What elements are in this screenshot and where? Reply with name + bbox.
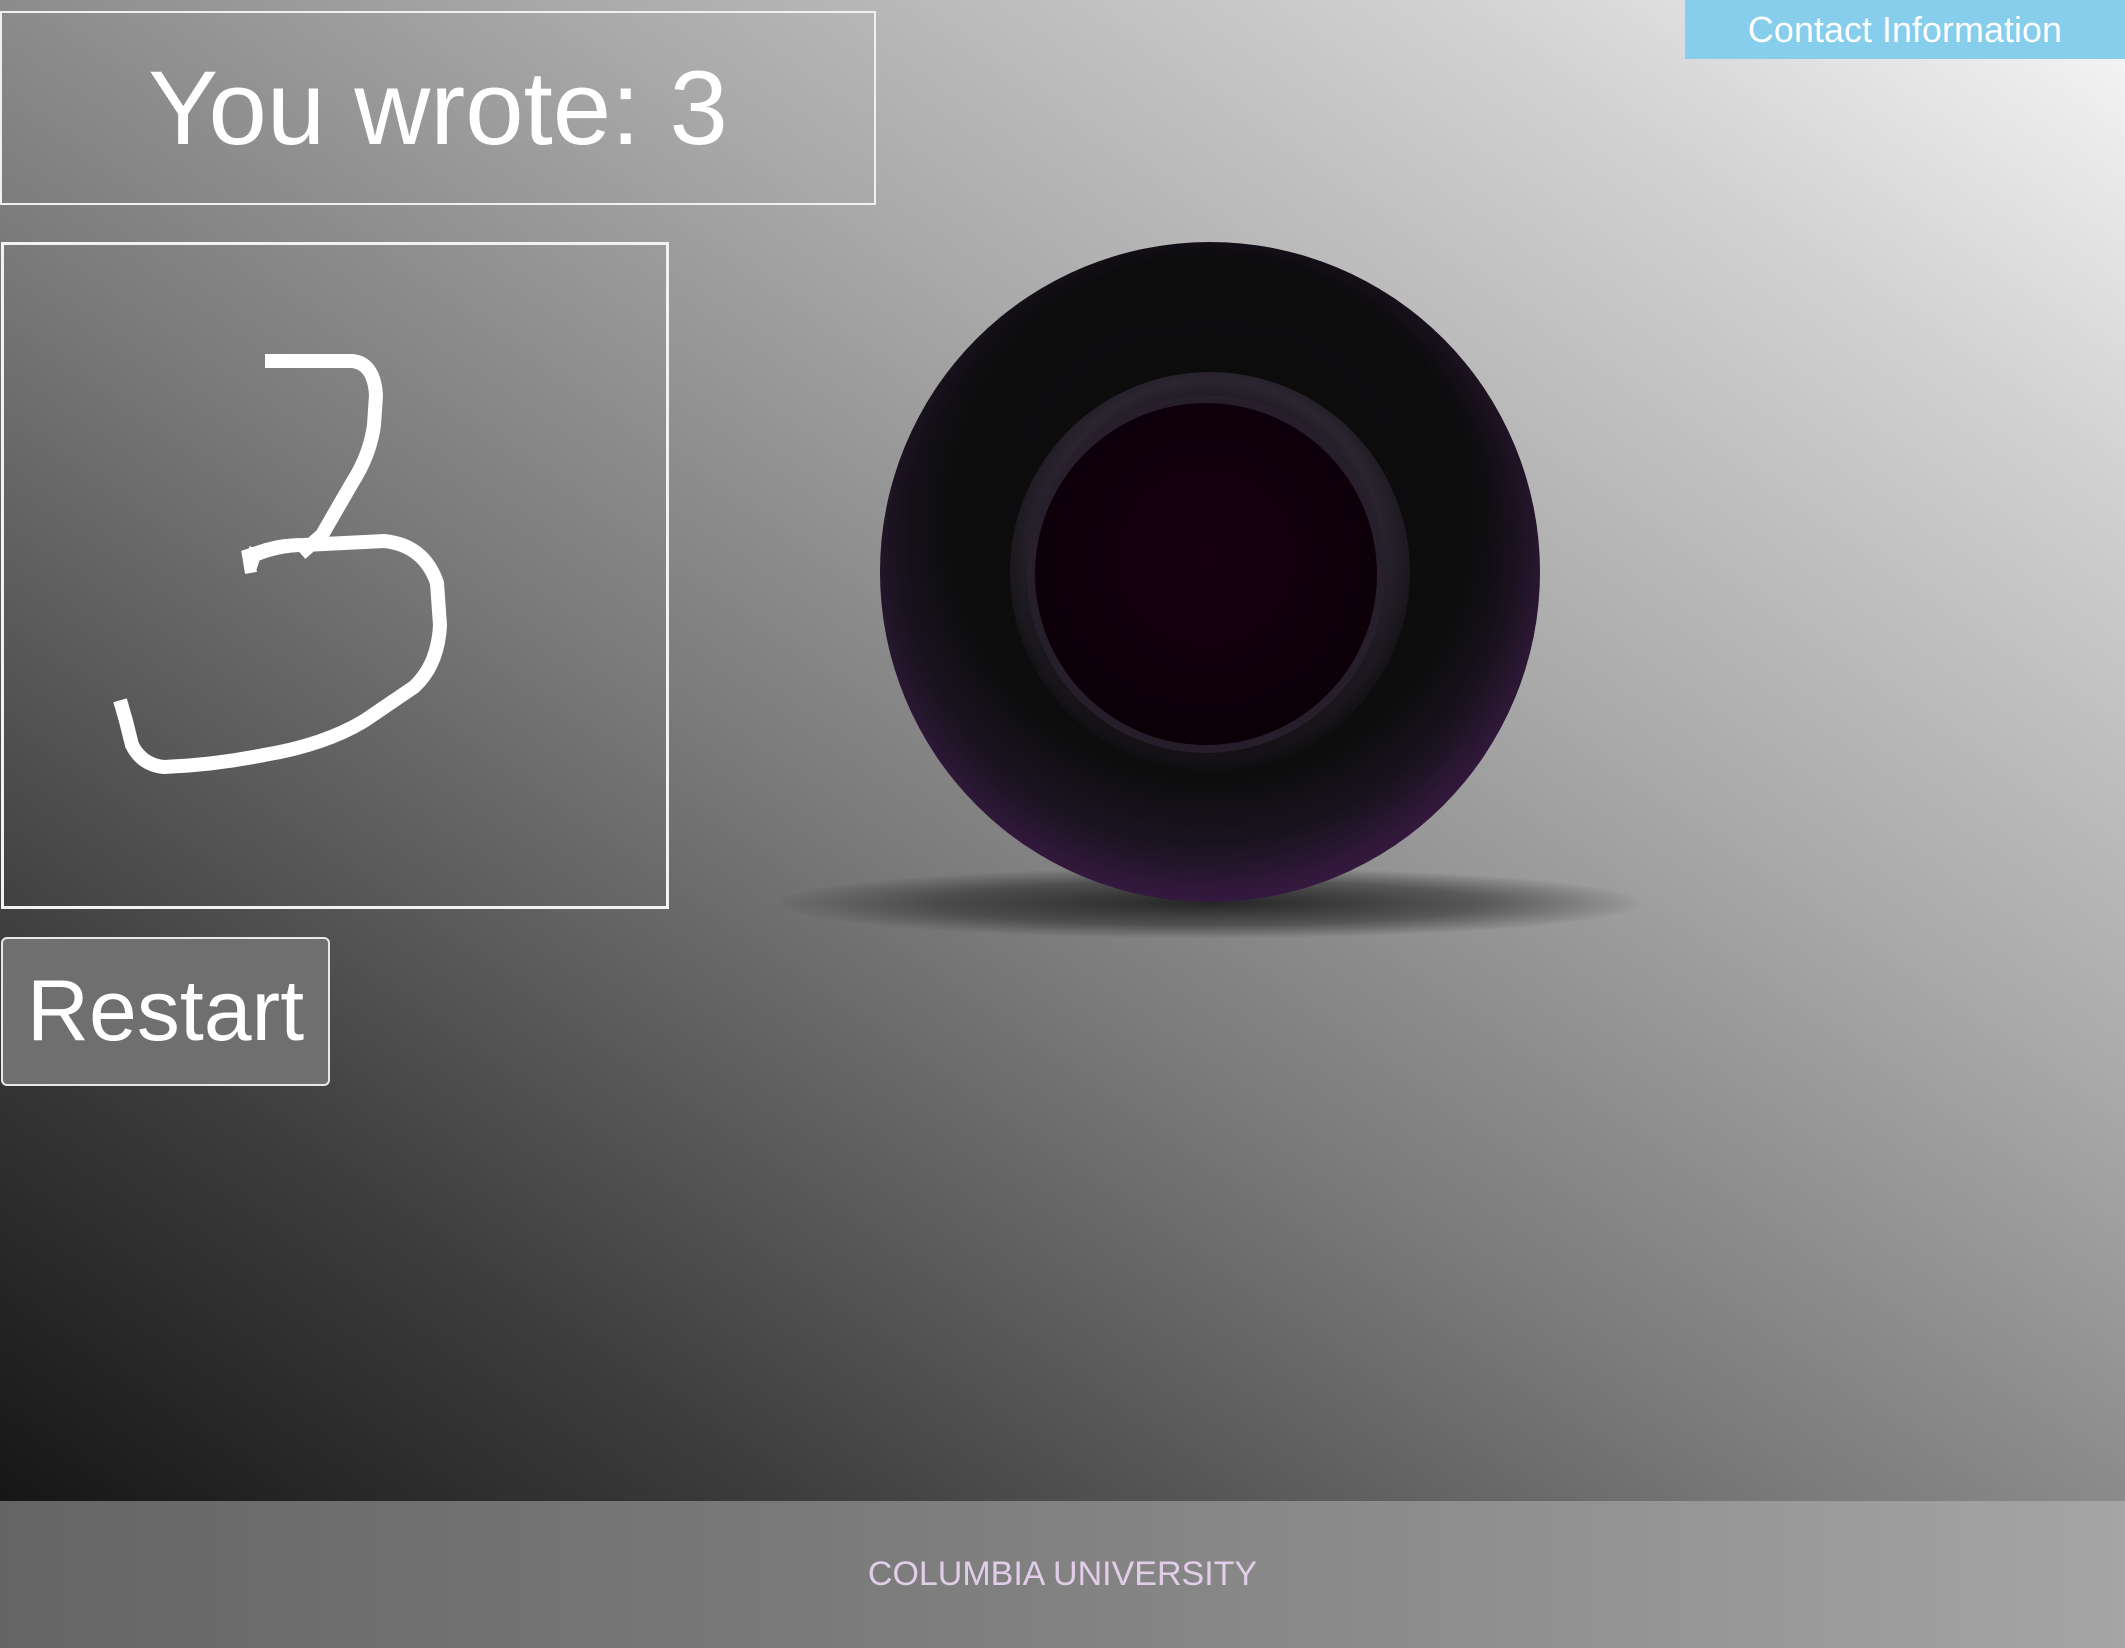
drawing-canvas[interactable]: [1, 242, 669, 909]
restart-label: Restart: [26, 963, 305, 1059]
prediction-result: You wrote: 3: [0, 11, 876, 205]
footer: COLUMBIA UNIVERSITY: [0, 1501, 2125, 1648]
prediction-text: You wrote: 3: [148, 49, 728, 167]
contact-information-button[interactable]: Contact Information: [1685, 0, 2125, 59]
ball-answer-window: [1035, 403, 1377, 745]
restart-button[interactable]: Restart: [1, 937, 330, 1086]
footer-text: COLUMBIA UNIVERSITY: [867, 1555, 1258, 1593]
drawn-digit-stroke: [113, 354, 447, 774]
contact-information-label: Contact Information: [1747, 8, 2063, 50]
